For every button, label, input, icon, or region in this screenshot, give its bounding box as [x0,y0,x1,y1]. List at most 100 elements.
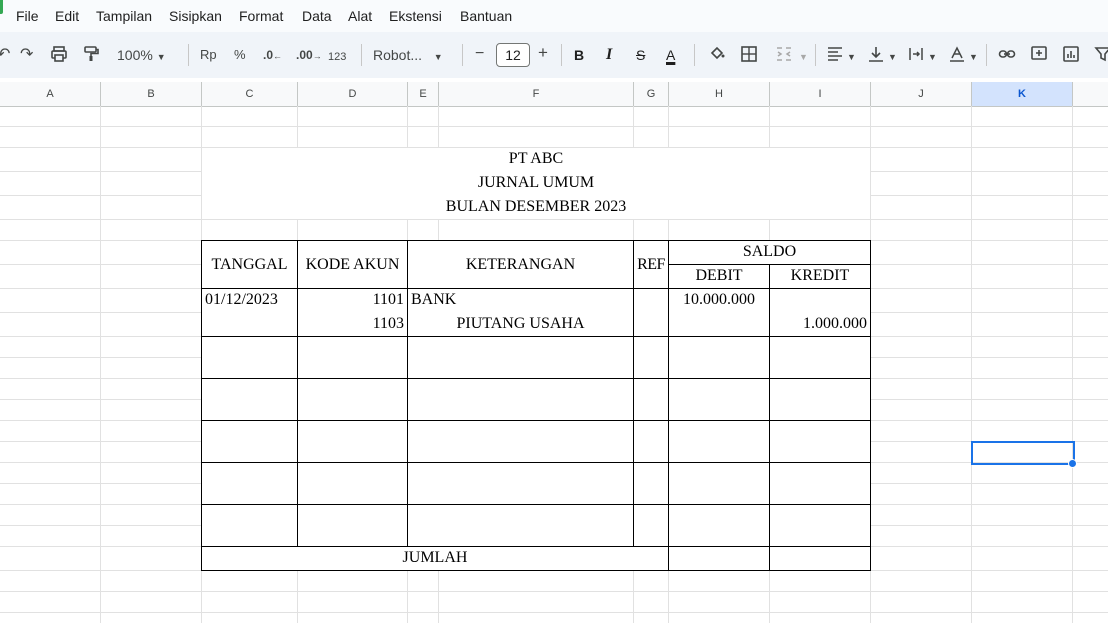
chevron-down-icon[interactable]: ▼ [928,47,937,67]
menu-alat[interactable]: Alat [348,7,372,25]
decrease-font-size-button[interactable]: − [475,45,484,63]
increase-font-size-button[interactable]: + [538,44,548,62]
column-header-bar: A B C D E F G H I J K [0,82,1108,107]
menu-ekstensi[interactable]: Ekstensi [389,7,442,25]
row1-tanggal[interactable]: 01/12/2023 [205,289,297,311]
bold-button[interactable]: B [574,46,584,64]
row1-keterangan[interactable]: BANK [411,289,631,311]
chevron-down-icon[interactable]: ▼ [799,47,808,67]
column-header-c[interactable]: C [202,82,298,106]
chevron-down-icon[interactable]: ▼ [847,47,856,67]
row2-kredit[interactable]: 1.000.000 [770,313,867,335]
chevron-down-icon[interactable]: ▼ [888,47,897,67]
text-color-button[interactable]: A [666,46,675,64]
header-keterangan[interactable]: KETERANGAN [408,254,633,276]
company-title[interactable]: PT ABC [202,148,870,170]
currency-format-button[interactable]: Rp [200,46,217,64]
increase-decimal-button[interactable]: .00→ [296,46,322,65]
column-header-f[interactable]: F [439,82,634,106]
menu-sisipkan[interactable]: Sisipkan [169,7,222,25]
column-header-h[interactable]: H [669,82,770,106]
chevron-down-icon: ▼ [156,52,166,62]
text-rotation-icon[interactable] [948,45,966,69]
menu-bantuan[interactable]: Bantuan [460,7,512,25]
active-cell-selection[interactable] [971,441,1075,465]
menu-edit[interactable]: Edit [55,7,79,25]
toolbar-separator [815,44,816,66]
chevron-down-icon: ▼ [433,52,443,62]
row1-kode-akun[interactable]: 1101 [298,289,404,311]
merge-cells-icon[interactable] [775,45,793,69]
column-header-e[interactable]: E [408,82,439,106]
column-header-d[interactable]: D [298,82,408,106]
fill-color-icon[interactable] [708,45,726,69]
jumlah-label[interactable]: JUMLAH [202,547,668,569]
toolbar-separator [462,44,463,66]
insert-link-icon[interactable] [998,45,1016,69]
chevron-down-icon[interactable]: ▼ [969,47,978,67]
arrow-left-icon: ← [273,51,283,61]
fill-handle[interactable] [1068,459,1077,468]
menu-bar: File Edit Tampilan Sisipkan Format Data … [0,0,1108,32]
font-value: Robot... [373,47,423,63]
menu-tampilan[interactable]: Tampilan [96,7,152,25]
font-size-input[interactable]: 12 [496,43,530,67]
column-header-k[interactable]: K [972,82,1073,106]
horizontal-align-icon[interactable] [826,45,844,69]
column-header-j[interactable]: J [871,82,972,106]
table-border [201,336,871,337]
arrow-right-icon: → [312,51,322,61]
menu-format[interactable]: Format [239,7,283,25]
header-ref[interactable]: REF [634,254,668,276]
gridline [971,106,972,623]
print-icon[interactable] [50,45,68,69]
toolbar-separator [986,44,987,66]
insert-chart-icon[interactable] [1062,45,1080,69]
gridline [0,591,1108,592]
column-header-a[interactable]: A [0,82,101,106]
column-header-i[interactable]: I [770,82,871,106]
period-title[interactable]: BULAN DESEMBER 2023 [202,196,870,218]
zoom-select[interactable]: 100% ▼ [117,46,166,66]
toolbar-separator [361,44,362,66]
italic-button[interactable]: I [606,46,612,64]
borders-icon[interactable] [740,45,758,69]
header-debit[interactable]: DEBIT [669,265,769,287]
insert-comment-icon[interactable] [1030,45,1048,69]
decrease-decimal-label: .0 [263,48,274,62]
undo-icon[interactable]: ↶ [0,45,10,65]
strikethrough-button[interactable]: S [636,46,645,64]
row2-kode-akun[interactable]: 1103 [298,313,404,335]
table-border [633,240,634,547]
paint-format-icon[interactable] [82,45,100,69]
text-wrap-icon[interactable] [907,45,925,69]
table-border [201,462,871,463]
header-saldo[interactable]: SALDO [669,241,870,263]
number-format-button[interactable]: 123 [328,48,346,66]
table-border [297,240,298,547]
vertical-align-icon[interactable] [867,45,885,69]
filter-icon[interactable] [1094,45,1108,69]
gridline [100,106,101,623]
font-select[interactable]: Robot... ▼ [373,46,443,66]
table-border [201,504,871,505]
table-border [201,570,871,571]
header-kode-akun[interactable]: KODE AKUN [298,254,407,276]
column-header-g[interactable]: G [634,82,669,106]
column-header-l[interactable] [1073,82,1108,106]
row1-debit[interactable]: 10.000.000 [669,289,769,311]
column-header-b[interactable]: B [101,82,202,106]
percent-format-button[interactable]: % [234,46,246,64]
header-kredit[interactable]: KREDIT [770,265,870,287]
menu-data[interactable]: Data [302,7,332,25]
sheets-logo-icon[interactable] [0,0,3,14]
journal-title[interactable]: JURNAL UMUM [202,172,870,194]
redo-icon[interactable]: ↷ [20,45,33,65]
header-tanggal[interactable]: TANGGAL [202,254,297,276]
row2-keterangan[interactable]: PIUTANG USAHA [408,313,633,335]
decrease-decimal-button[interactable]: .0← [263,46,282,65]
gridline [1072,106,1073,623]
menu-file[interactable]: File [16,7,39,25]
increase-decimal-label: .00 [296,48,313,62]
gridline [0,612,1108,613]
